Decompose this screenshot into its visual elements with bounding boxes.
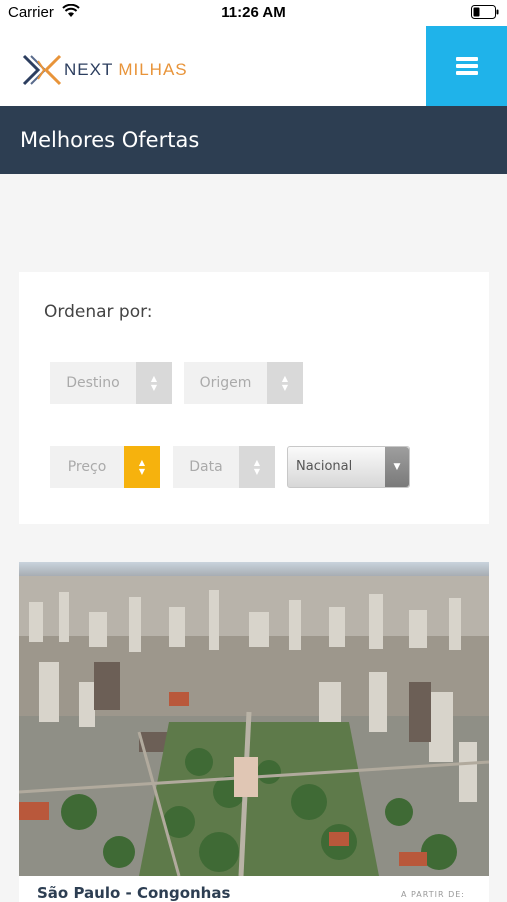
brand-logo[interactable]: NEXT MILHAS (22, 53, 188, 87)
sort-panel: Ordenar por: Destino ▲ ▼ Origem ▲ ▼ Preço … (19, 272, 489, 524)
sort-preco-select[interactable]: Preço ▲ ▼ (50, 446, 160, 488)
battery-icon (471, 5, 499, 19)
dropdown-arrow-icon: ▼ (385, 447, 409, 487)
sort-arrows-icon: ▲ ▼ (136, 362, 172, 404)
offer-card[interactable]: São Paulo - Congonhas A PARTIR DE: (19, 562, 489, 902)
sort-arrows-icon: ▲ ▼ (267, 362, 303, 404)
sort-data-select[interactable]: Data ▲ ▼ (173, 446, 275, 488)
sort-destino-label: Destino (66, 375, 120, 391)
sort-destino-select[interactable]: Destino ▲ ▼ (50, 362, 172, 404)
city-aerial-photo (19, 562, 489, 876)
sort-arrows-icon: ▲ ▼ (124, 446, 160, 488)
logo-milhas-text: MILHAS (118, 60, 188, 79)
page-title: Melhores Ofertas (20, 128, 200, 152)
region-select[interactable]: Nacional ▼ (287, 446, 410, 488)
sort-preco-label: Preço (67, 459, 107, 475)
logo-next-text: NEXT (64, 60, 114, 79)
menu-button[interactable] (426, 26, 507, 106)
sort-label: Ordenar por: (44, 302, 153, 322)
region-select-value: Nacional (296, 459, 353, 474)
sort-origem-label: Origem (199, 375, 252, 391)
logo-x-icon (22, 54, 62, 86)
offer-route: São Paulo - Congonhas (37, 884, 231, 902)
sort-arrows-icon: ▲ ▼ (239, 446, 275, 488)
page-title-bar: Melhores Ofertas (0, 106, 507, 174)
status-bar: Carrier 11:26 AM (0, 0, 507, 26)
sort-origem-select[interactable]: Origem ▲ ▼ (184, 362, 303, 404)
app-header: NEXT MILHAS (0, 26, 507, 106)
hamburger-menu-icon (455, 54, 478, 78)
offer-from-label: A PARTIR DE: (400, 890, 465, 899)
status-time: 11:26 AM (221, 4, 286, 21)
sort-data-label: Data (189, 459, 223, 475)
